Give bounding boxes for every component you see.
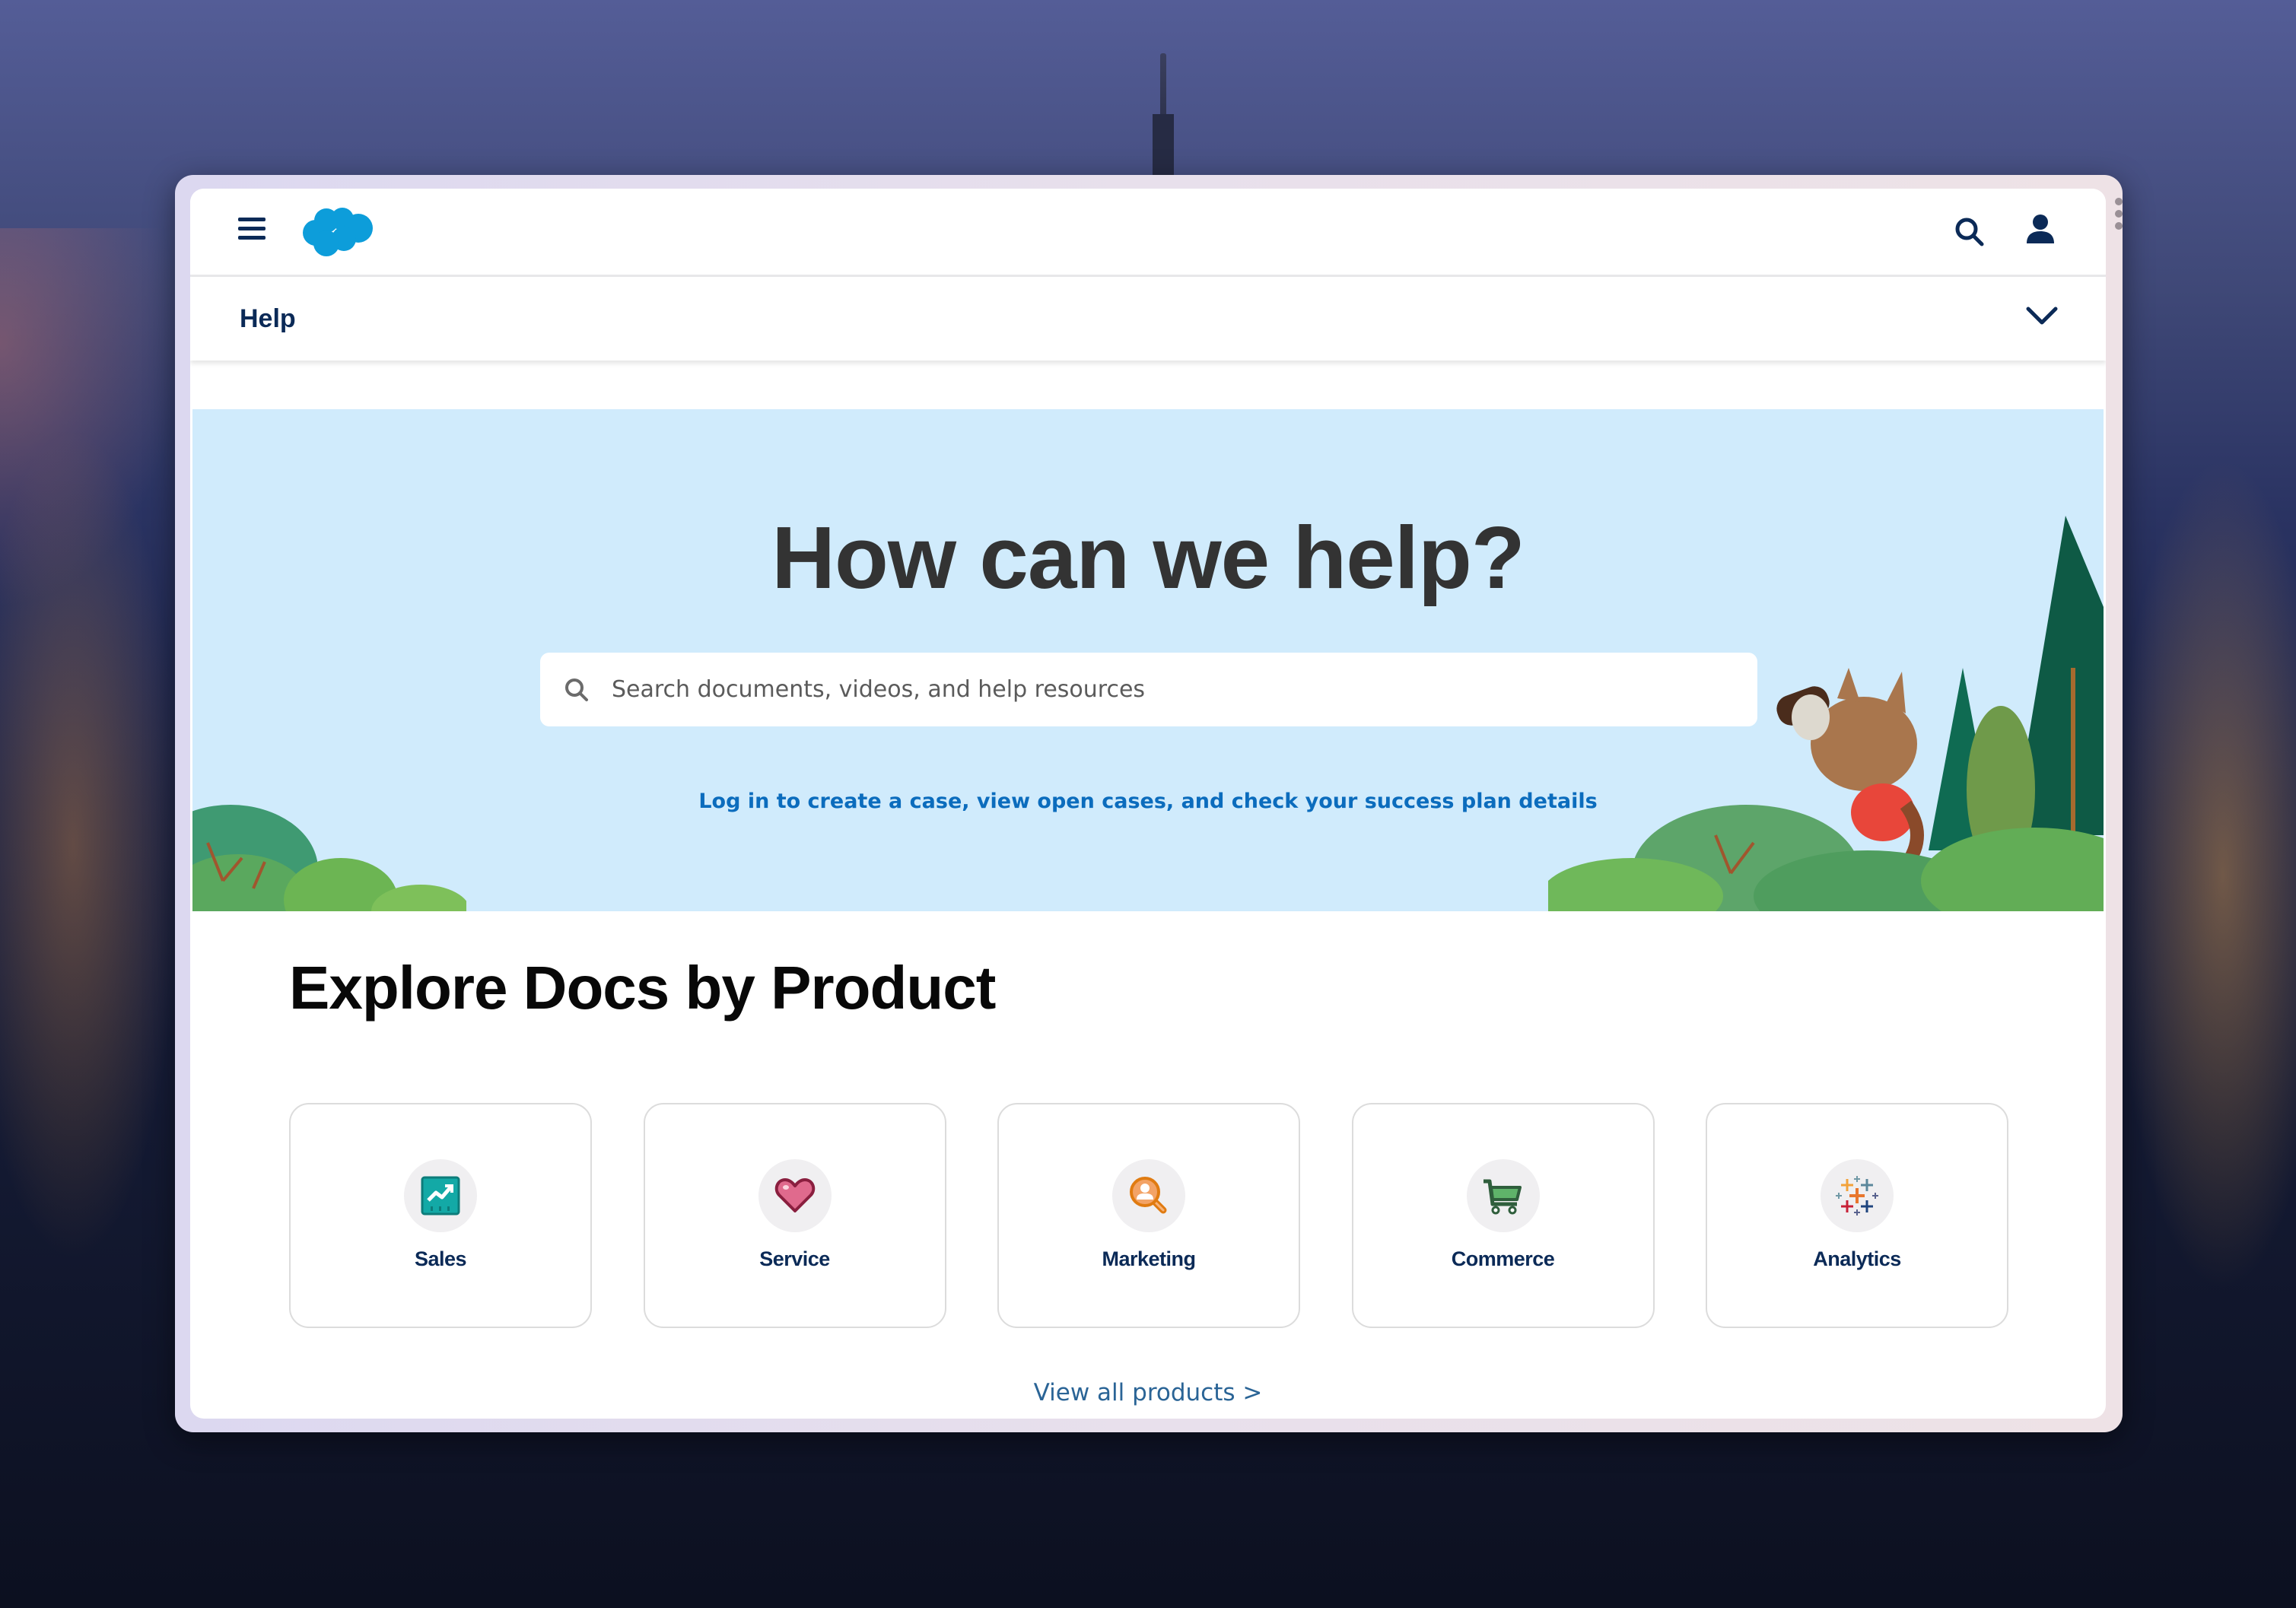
dot — [2115, 210, 2123, 218]
page-content: Help How can we help? Search documents, … — [190, 189, 2106, 1419]
desktop-background-tower-base — [1153, 114, 1174, 175]
hamburger-menu-icon[interactable] — [238, 218, 266, 242]
hero-banner: How can we help? Log in to create a case… — [192, 409, 2104, 911]
desktop-background-city-lights-right — [2113, 456, 2296, 1293]
icon-badge — [1112, 1159, 1185, 1232]
tableau-plus-icon — [1836, 1176, 1878, 1216]
product-card-commerce[interactable]: Commerce — [1351, 1103, 1655, 1328]
section-heading: Explore Docs by Product — [289, 954, 996, 1022]
product-card-label: Sales — [414, 1247, 467, 1270]
icon-badge — [758, 1159, 832, 1232]
product-card-label: Marketing — [1102, 1247, 1196, 1270]
icon-badge — [1466, 1159, 1540, 1232]
menu-line — [238, 218, 266, 221]
login-link[interactable]: Log in to create a case, view open cases… — [192, 790, 2104, 813]
view-all-products-link[interactable]: View all products > — [190, 1379, 2106, 1406]
product-card-list: Sales Service Marketing Commerce Analyti… — [289, 1103, 2008, 1328]
help-label: Help — [240, 304, 296, 333]
product-card-service[interactable]: Service — [643, 1103, 946, 1328]
browser-window: Help How can we help? Search documents, … — [175, 175, 2123, 1432]
desktop-background-city-lights-left — [0, 426, 183, 1263]
chevron-down-icon[interactable] — [2025, 304, 2059, 327]
menu-line — [238, 236, 266, 240]
user-icon[interactable] — [2025, 213, 2056, 245]
product-card-marketing[interactable]: Marketing — [997, 1103, 1300, 1328]
bushes-illustration-left — [192, 805, 466, 911]
dot — [2115, 198, 2123, 205]
search-icon[interactable] — [1954, 216, 1986, 248]
dot — [2115, 222, 2123, 230]
heart-icon — [774, 1178, 815, 1212]
hero-title: How can we help? — [771, 508, 1525, 607]
icon-badge — [404, 1159, 477, 1232]
help-section-bar[interactable]: Help — [190, 277, 2106, 361]
icon-badge — [1821, 1159, 1894, 1232]
product-card-sales[interactable]: Sales — [289, 1103, 592, 1328]
top-navigation — [190, 189, 2106, 277]
product-card-label: Commerce — [1451, 1247, 1555, 1270]
sales-chart-icon — [421, 1176, 460, 1216]
product-card-label: Service — [759, 1247, 830, 1270]
menu-line — [238, 227, 266, 230]
help-search-input[interactable] — [610, 675, 1716, 704]
salesforce-cloud-logo[interactable] — [299, 205, 375, 259]
product-card-label: Analytics — [1813, 1247, 1901, 1270]
search-icon — [565, 678, 588, 701]
person-magnifier-icon — [1130, 1177, 1167, 1214]
window-options-handle[interactable] — [2115, 198, 2124, 230]
shopping-cart-icon — [1483, 1179, 1522, 1215]
product-card-analytics[interactable]: Analytics — [1706, 1103, 2008, 1328]
help-search-bar[interactable] — [540, 653, 1757, 726]
